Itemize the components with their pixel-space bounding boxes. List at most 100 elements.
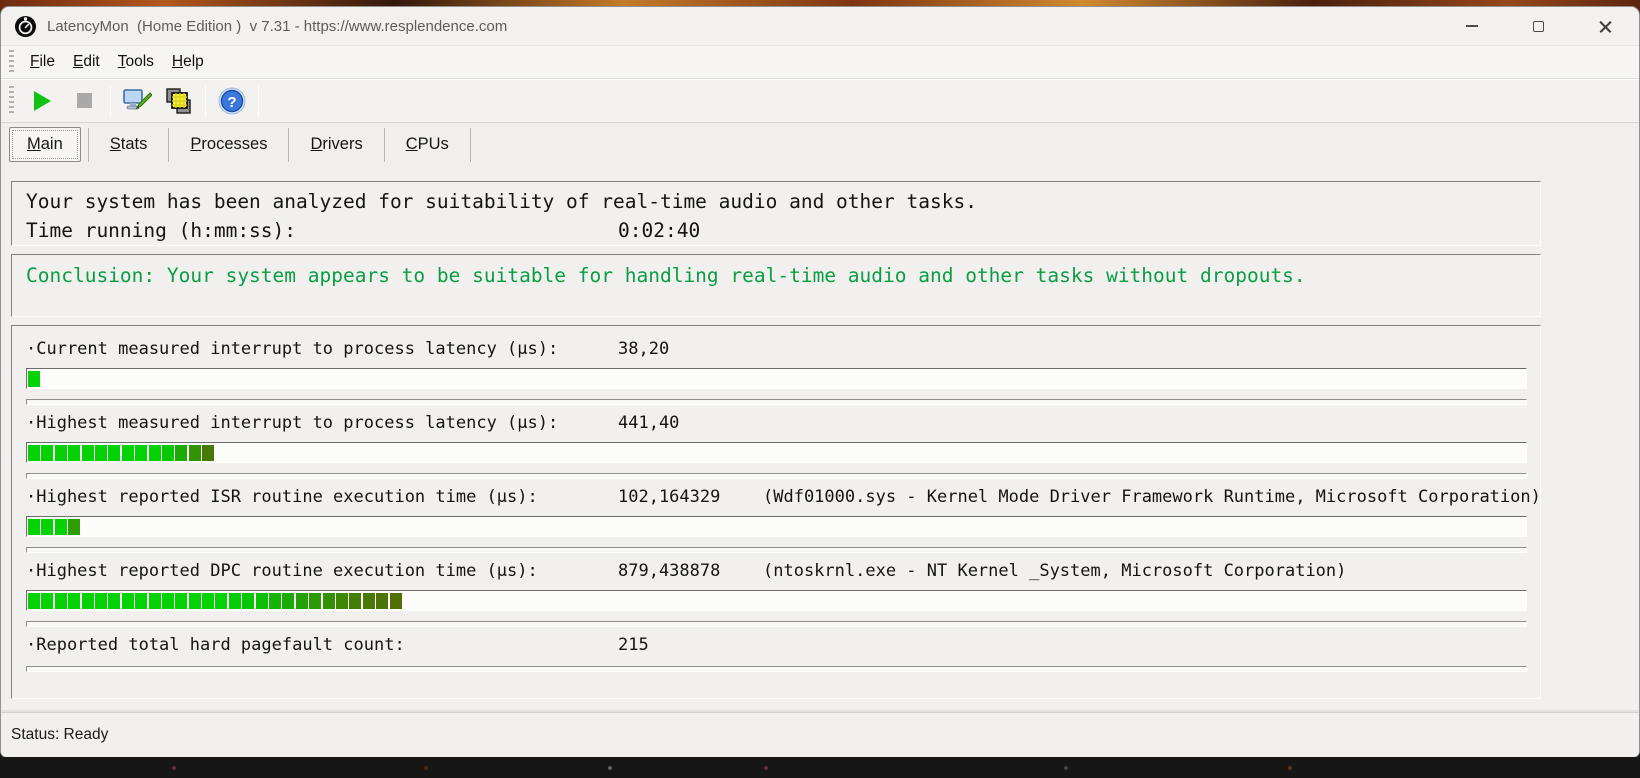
analysis-panel: Your system has been analyzed for suitab… bbox=[11, 181, 1541, 246]
bar-segment bbox=[295, 592, 308, 609]
tab-bar: Main Stats Processes Drivers CPUs bbox=[1, 122, 1639, 166]
metric-row: ·Highest reported ISR routine execution … bbox=[26, 487, 1541, 553]
bar-segment bbox=[41, 518, 54, 535]
bar-segment bbox=[242, 592, 255, 609]
window-title: LatencyMon (Home Edition ) v 7.31 - http… bbox=[47, 17, 508, 35]
metric-value: 441,40 bbox=[618, 413, 680, 433]
help-button[interactable]: ? bbox=[211, 83, 253, 119]
metric-bar bbox=[26, 516, 1527, 537]
tab-cpus[interactable]: CPUs bbox=[392, 128, 463, 161]
title-bar[interactable]: LatencyMon (Home Edition ) v 7.31 - http… bbox=[1, 7, 1639, 45]
bar-segment bbox=[161, 592, 174, 609]
time-running-label: Time running (h:mm:ss): bbox=[26, 219, 297, 242]
tab-separator bbox=[383, 127, 385, 162]
bar-segment bbox=[28, 370, 40, 387]
menu-help[interactable]: Help bbox=[163, 50, 213, 74]
bar-segment bbox=[108, 444, 121, 461]
bar-segment bbox=[188, 592, 201, 609]
options-button[interactable] bbox=[116, 83, 158, 119]
tab-processes[interactable]: Processes bbox=[176, 128, 281, 161]
monitor-pen-icon bbox=[123, 88, 152, 110]
bar-segment bbox=[362, 592, 375, 609]
minimize-button[interactable] bbox=[1438, 7, 1505, 45]
metric-value: 879,438878 bbox=[618, 561, 721, 581]
bar-segment bbox=[349, 592, 362, 609]
bar-segment bbox=[54, 444, 67, 461]
bar-segment bbox=[335, 592, 348, 609]
metric-bar bbox=[26, 368, 1527, 389]
status-bar: Status: Ready bbox=[1, 712, 1639, 757]
start-button[interactable] bbox=[21, 83, 63, 119]
metric-label: ·Highest reported ISR routine execution … bbox=[26, 487, 538, 507]
taskbar-strip bbox=[0, 757, 1640, 778]
bar-segment bbox=[309, 592, 322, 609]
conclusion-text: Conclusion: Your system appears to be su… bbox=[26, 264, 1306, 287]
bar-segment bbox=[322, 592, 335, 609]
status-text: Status: Ready bbox=[11, 726, 109, 743]
bar-segment bbox=[41, 592, 54, 609]
bar-segment bbox=[389, 592, 402, 609]
metric-label-row: ·Highest measured interrupt to process l… bbox=[26, 413, 1527, 434]
metric-driver-info: (ntoskrnl.exe - NT Kernel _System, Micro… bbox=[763, 561, 1347, 581]
bar-segment bbox=[94, 592, 107, 609]
bar-segment bbox=[81, 444, 94, 461]
time-running-row: Time running (h:mm:ss): 0:02:40 bbox=[26, 216, 1540, 245]
latencymon-window: LatencyMon (Home Edition ) v 7.31 - http… bbox=[0, 6, 1640, 758]
bar-segment bbox=[376, 592, 389, 609]
bar-segment bbox=[135, 592, 148, 609]
stop-icon bbox=[76, 93, 92, 108]
menubar-gripper[interactable] bbox=[9, 50, 14, 74]
bar-segment bbox=[148, 444, 161, 461]
metric-label: ·Highest measured interrupt to process l… bbox=[26, 413, 559, 433]
metric-label: ·Current measured interrupt to process l… bbox=[26, 339, 559, 359]
svg-text:?: ? bbox=[227, 94, 236, 111]
menu-tools[interactable]: Tools bbox=[109, 50, 163, 74]
bar-segment bbox=[228, 592, 241, 609]
close-button[interactable] bbox=[1572, 7, 1639, 45]
bar-segment bbox=[68, 444, 81, 461]
question-mark-icon: ? bbox=[218, 87, 246, 114]
menu-edit[interactable]: Edit bbox=[64, 50, 109, 74]
bar-segment bbox=[108, 592, 121, 609]
toolbar-separator bbox=[205, 85, 206, 116]
tab-drivers[interactable]: Drivers bbox=[296, 128, 376, 161]
bar-segment bbox=[215, 592, 228, 609]
bar-segment bbox=[68, 518, 81, 535]
metrics-panel: ·Current measured interrupt to process l… bbox=[11, 325, 1541, 699]
metric-label-row: ·Highest reported DPC routine execution … bbox=[26, 561, 1527, 582]
toolbar-gripper[interactable] bbox=[9, 85, 14, 116]
latencymon-app-icon bbox=[14, 15, 37, 37]
tab-separator bbox=[469, 127, 471, 162]
toolbar-separator bbox=[258, 85, 259, 116]
groove-line bbox=[26, 666, 1527, 672]
metric-row: ·Current measured interrupt to process l… bbox=[26, 339, 1527, 405]
bar-segment bbox=[161, 444, 174, 461]
stop-button[interactable] bbox=[63, 83, 105, 119]
bar-segment bbox=[121, 444, 134, 461]
tab-main[interactable]: Main bbox=[9, 127, 81, 162]
metric-row: ·Reported total hard pagefault count: 215 bbox=[26, 635, 1527, 672]
maximize-button[interactable] bbox=[1505, 7, 1572, 45]
tab-stats[interactable]: Stats bbox=[96, 128, 162, 161]
bar-segment bbox=[148, 592, 161, 609]
metric-row: ·Highest measured interrupt to process l… bbox=[26, 413, 1527, 479]
close-icon bbox=[1599, 20, 1612, 33]
bar-segment bbox=[175, 592, 188, 609]
menu-file[interactable]: File bbox=[21, 50, 64, 74]
report-button[interactable] bbox=[158, 83, 200, 119]
metric-driver-info: (Wdf01000.sys - Kernel Mode Driver Frame… bbox=[763, 487, 1541, 507]
toolbar: ? bbox=[1, 78, 1639, 122]
play-icon bbox=[33, 90, 51, 111]
metric-bar bbox=[26, 590, 1527, 611]
main-content: Your system has been analyzed for suitab… bbox=[1, 166, 1639, 712]
metric-label-row: ·Highest reported ISR routine execution … bbox=[26, 487, 1541, 508]
bar-segment bbox=[81, 592, 94, 609]
groove-line bbox=[26, 547, 1527, 553]
conclusion-panel: Conclusion: Your system appears to be su… bbox=[11, 254, 1541, 317]
layered-squares-icon bbox=[166, 87, 191, 114]
bar-segment bbox=[28, 444, 40, 461]
time-running-value: 0:02:40 bbox=[618, 219, 701, 242]
window-controls bbox=[1438, 7, 1639, 45]
metric-label: ·Highest reported DPC routine execution … bbox=[26, 561, 538, 581]
bar-segment bbox=[282, 592, 295, 609]
